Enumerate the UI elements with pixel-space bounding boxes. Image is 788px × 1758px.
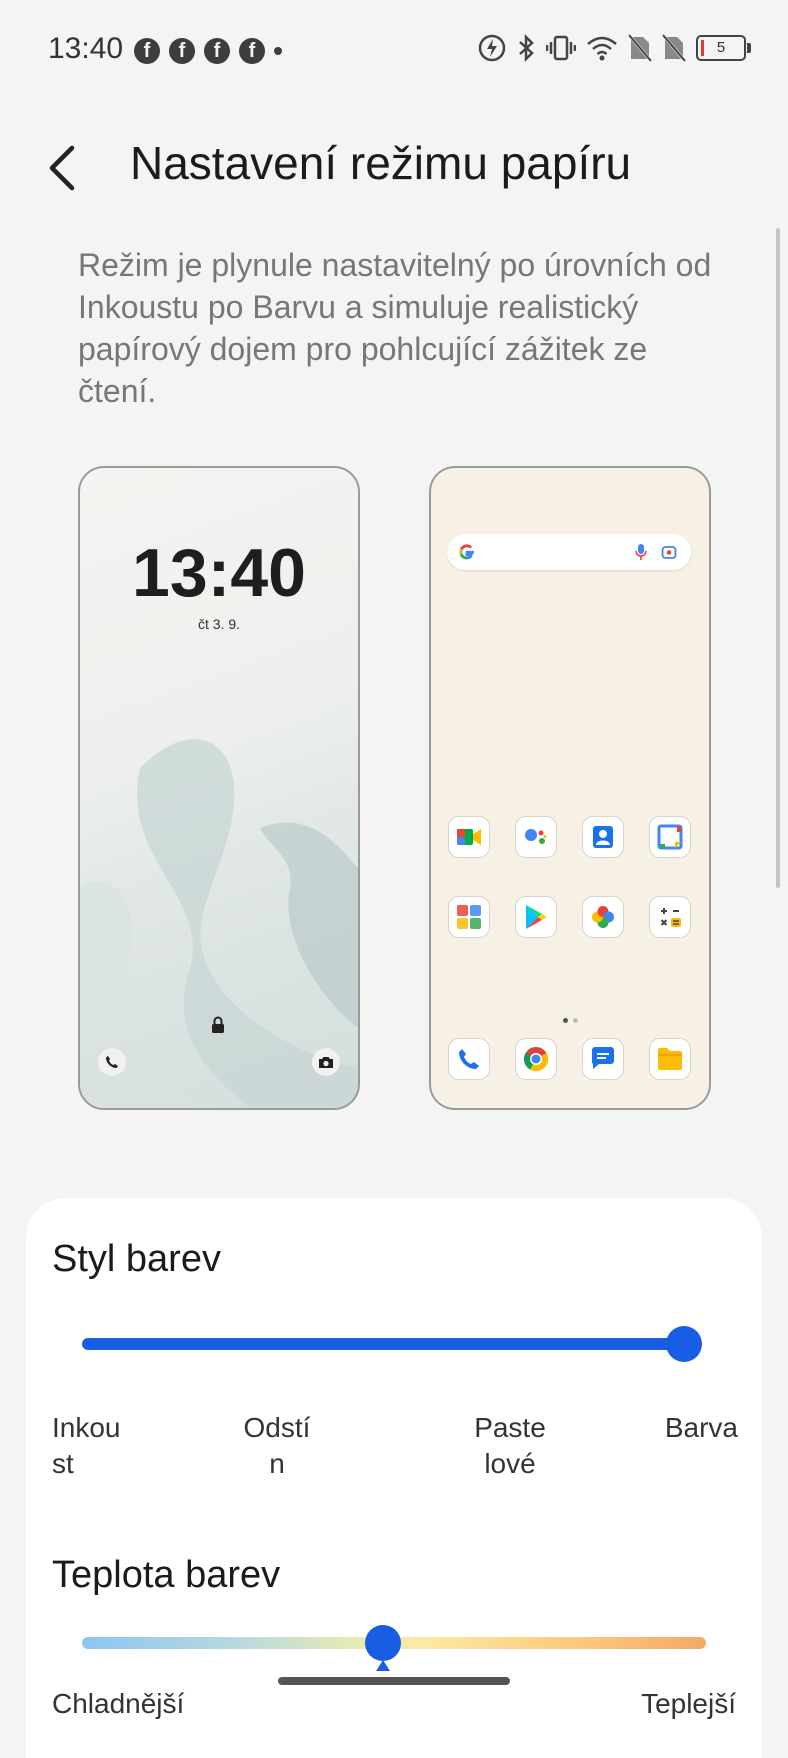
color-style-slider-track[interactable]	[82, 1338, 702, 1350]
calendar-icon	[657, 824, 683, 850]
wifi-icon	[587, 36, 617, 61]
color-temperature-slider-thumb[interactable]	[365, 1625, 401, 1661]
google-meet-app	[448, 816, 490, 858]
bluetooth-icon	[519, 34, 534, 62]
lockscreen-preview: 13:40 čt 3. 9.	[78, 466, 360, 1110]
calendar-app	[649, 816, 691, 858]
battery-icon: 5	[696, 35, 751, 61]
contacts-icon	[593, 826, 613, 848]
no-sim-icon	[662, 34, 686, 62]
google-search-bar	[447, 534, 691, 570]
padlock-icon	[212, 1016, 224, 1033]
files-app	[649, 1038, 691, 1080]
camera-shortcut	[312, 1048, 340, 1076]
gesture-navigation-bar[interactable]	[278, 1677, 510, 1685]
lockscreen-clock: 13:40	[132, 535, 306, 611]
settings-card	[26, 1198, 762, 1758]
files-icon	[658, 1048, 682, 1070]
folder-grid-icon	[457, 905, 481, 929]
page-indicator	[563, 1018, 578, 1023]
lockscreen-date: čt 3. 9.	[197, 616, 241, 632]
assistant-app	[515, 816, 557, 858]
level-ink[interactable]: Inkou st	[52, 1410, 128, 1482]
vibrate-icon	[546, 35, 576, 61]
chevron-left-icon	[49, 145, 75, 191]
description-text: Režim je plynule nastavitelný po úrovníc…	[78, 247, 712, 409]
play-store-icon	[526, 905, 547, 929]
facebook-icon: f	[204, 38, 230, 64]
homescreen-preview	[429, 466, 711, 1110]
level-color[interactable]: Barva	[656, 1410, 738, 1446]
calculator-app	[649, 896, 691, 938]
charging-icon	[478, 34, 506, 62]
phone-shortcut	[98, 1048, 126, 1076]
level-pastel[interactable]: Paste lové	[462, 1410, 558, 1482]
status-time: 13:40	[48, 32, 124, 65]
page-title: Nastavení režimu papíru	[130, 137, 632, 189]
google-g-icon	[459, 544, 474, 560]
facebook-icon: f	[169, 38, 195, 64]
phone-icon	[459, 1049, 479, 1069]
meet-icon	[457, 829, 481, 845]
photos-icon	[592, 906, 614, 928]
camera-icon	[319, 1057, 333, 1068]
assistant-icon	[525, 829, 547, 844]
play-store-app	[515, 896, 557, 938]
color-style-title: Styl barev	[52, 1238, 221, 1280]
no-sim-icon	[628, 34, 652, 62]
google-folder-app	[448, 896, 490, 938]
phone-app	[448, 1038, 490, 1080]
status-icons: 5	[478, 34, 751, 62]
photos-app	[582, 896, 624, 938]
cooler-label: Chladnější	[52, 1688, 185, 1719]
level-tint[interactable]: Odstí n	[232, 1410, 322, 1482]
facebook-icon: f	[239, 38, 265, 64]
back-button[interactable]	[44, 140, 84, 196]
scrollbar[interactable]	[776, 228, 780, 888]
chrome-icon	[523, 1047, 549, 1072]
mic-icon	[635, 544, 647, 560]
lens-icon	[661, 546, 677, 559]
facebook-icon: f	[134, 38, 160, 64]
calculator-icon	[660, 908, 681, 927]
messages-icon	[591, 1047, 614, 1069]
messages-app	[582, 1038, 624, 1080]
contacts-app	[582, 816, 624, 858]
chrome-app	[515, 1038, 557, 1080]
phone-icon	[106, 1056, 118, 1068]
color-temperature-pointer	[376, 1660, 390, 1671]
color-style-slider-thumb[interactable]	[666, 1326, 702, 1362]
color-temperature-title: Teplota barev	[52, 1554, 281, 1596]
more-notifications-dot	[274, 47, 282, 55]
warmer-label: Teplejší	[641, 1688, 736, 1719]
notification-icons: f f f f	[134, 38, 282, 64]
